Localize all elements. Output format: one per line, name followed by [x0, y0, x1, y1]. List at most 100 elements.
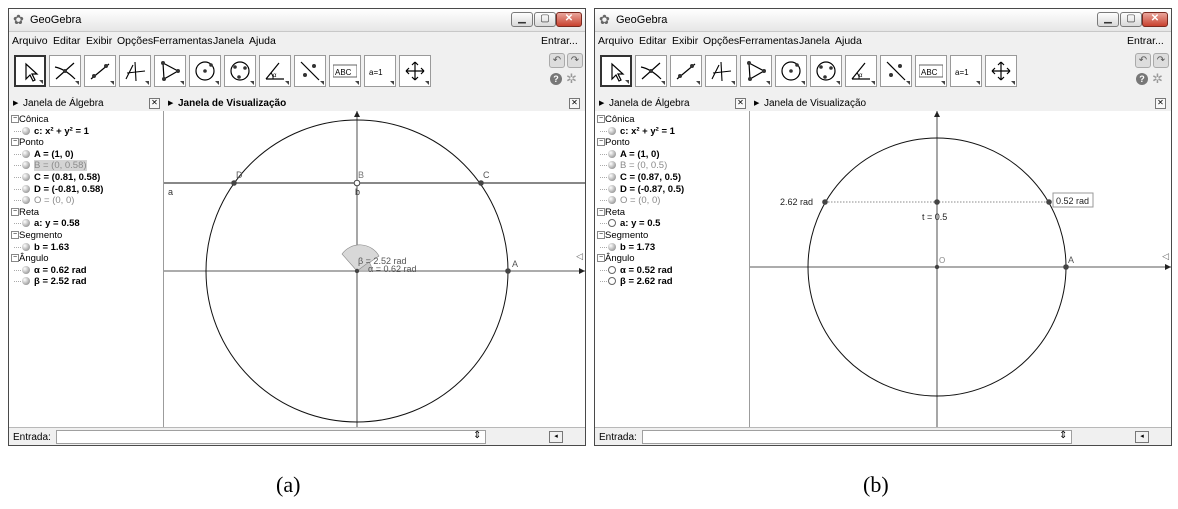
intersect-tool-button[interactable] — [49, 55, 81, 87]
construction-canvas[interactable]: D B C A a b β = 2.52 rad α = 0.62 rad — [164, 111, 585, 427]
slider-tool-button[interactable]: a=1 — [950, 55, 982, 87]
visibility-toggle-icon[interactable] — [22, 219, 30, 228]
point-d[interactable] — [822, 199, 828, 205]
visibility-toggle-icon[interactable] — [608, 196, 616, 205]
menu-janela[interactable]: Janela — [213, 35, 244, 47]
construction-canvas[interactable]: 2.62 rad 0.52 rad t = 0.5 O A — [750, 111, 1171, 427]
line-tool-button[interactable] — [670, 55, 702, 87]
algebra-view[interactable]: − Cônica c: x² + y² = 1− Ponto A = (1, 0) B =… — [9, 111, 164, 427]
collapse-icon[interactable]: − — [11, 254, 19, 263]
panel-expand-icon[interactable]: ▶ — [13, 97, 18, 111]
minimize-button[interactable]: ▁ — [1097, 12, 1119, 27]
visibility-toggle-icon[interactable] — [608, 184, 616, 193]
circle-three-points-tool-button[interactable] — [224, 55, 256, 87]
move-tool-button[interactable] — [14, 55, 46, 87]
visibility-toggle-icon[interactable] — [608, 173, 616, 181]
input-field[interactable] — [642, 430, 1072, 444]
line-tool-button[interactable] — [84, 55, 116, 87]
visibility-toggle-icon[interactable] — [22, 277, 30, 286]
redo-button[interactable]: ↷ — [1153, 53, 1169, 68]
close-button[interactable]: ✕ — [556, 12, 582, 27]
graphics-view[interactable]: D B C A a b β = 2.52 rad α = 0.62 rad ◁ — [164, 111, 585, 427]
login-link[interactable]: Entrar... — [1127, 35, 1164, 47]
circle-three-points-tool-button[interactable] — [810, 55, 842, 87]
point-b[interactable] — [353, 179, 361, 187]
close-button[interactable]: ✕ — [1142, 12, 1168, 27]
settings-gear-icon[interactable]: ✲ — [1152, 72, 1163, 85]
minimize-button[interactable]: ▁ — [511, 12, 533, 27]
visibility-toggle-icon[interactable] — [608, 126, 616, 135]
visibility-toggle-icon[interactable] — [22, 265, 30, 274]
redo-button[interactable]: ↷ — [567, 53, 583, 68]
menu-exibir[interactable]: Exibir — [86, 35, 112, 47]
menu-ajuda[interactable]: Ajuda — [835, 35, 862, 47]
point-o[interactable] — [354, 268, 360, 274]
menu-ajuda[interactable]: Ajuda — [249, 35, 276, 47]
menu-ferramentas[interactable]: Ferramentas — [153, 35, 213, 47]
panel-expand-icon[interactable]: ▶ — [754, 97, 759, 111]
visibility-toggle-icon[interactable] — [22, 173, 30, 181]
perpendicular-tool-button[interactable] — [119, 55, 151, 87]
point-d[interactable] — [231, 180, 237, 186]
visibility-toggle-icon[interactable] — [608, 277, 616, 286]
sidebar-toggle-icon[interactable]: ◁ — [1162, 251, 1169, 262]
polygon-tool-button[interactable] — [740, 55, 772, 87]
input-field[interactable] — [56, 430, 486, 444]
angle-tool-button[interactable]: α — [845, 55, 877, 87]
polygon-tool-button[interactable] — [154, 55, 186, 87]
settings-gear-icon[interactable]: ✲ — [566, 72, 577, 85]
collapse-icon[interactable]: − — [597, 254, 605, 263]
menu-editar[interactable]: Editar — [639, 35, 666, 47]
menu-opcoes[interactable]: Opções — [117, 35, 153, 47]
visibility-toggle-icon[interactable] — [22, 242, 30, 251]
help-icon[interactable]: ? — [550, 73, 562, 85]
login-link[interactable]: Entrar... — [541, 35, 578, 47]
visibility-toggle-icon[interactable] — [22, 126, 30, 135]
visibility-toggle-icon[interactable] — [608, 161, 616, 170]
circle-tool-button[interactable] — [775, 55, 807, 87]
move-view-tool-button[interactable] — [985, 55, 1017, 87]
menu-ferramentas[interactable]: Ferramentas — [739, 35, 799, 47]
collapse-icon[interactable]: − — [597, 115, 605, 123]
menu-editar[interactable]: Editar — [53, 35, 80, 47]
close-algebra-icon[interactable]: ✕ — [149, 98, 160, 109]
menu-arquivo[interactable]: Arquivo — [12, 35, 48, 47]
collapse-icon[interactable]: − — [597, 138, 605, 147]
collapse-icon[interactable]: − — [11, 207, 19, 216]
algebra-view[interactable]: − Cônica c: x² + y² = 1− Ponto A = (1, 0) B =… — [595, 111, 750, 427]
symbol-spinner-icon[interactable]: ⇕ — [473, 430, 481, 441]
collapse-icon[interactable]: − — [597, 231, 605, 239]
text-tool-button[interactable]: ABC — [329, 55, 361, 87]
collapse-icon[interactable]: − — [597, 207, 605, 216]
menu-arquivo[interactable]: Arquivo — [598, 35, 634, 47]
close-graphics-icon[interactable]: ✕ — [1155, 98, 1166, 109]
point-a[interactable] — [1063, 264, 1069, 270]
visibility-toggle-icon[interactable] — [22, 184, 30, 193]
maximize-button[interactable]: ▢ — [534, 12, 556, 27]
visibility-toggle-icon[interactable] — [608, 219, 616, 228]
visibility-toggle-icon[interactable] — [22, 196, 30, 205]
panel-expand-icon[interactable]: ▶ — [168, 97, 173, 111]
input-help-icon[interactable]: ◂ — [1135, 431, 1149, 443]
panel-expand-icon[interactable]: ▶ — [599, 97, 604, 111]
sidebar-toggle-icon[interactable]: ◁ — [576, 251, 583, 262]
point-o[interactable] — [934, 264, 940, 270]
close-graphics-icon[interactable]: ✕ — [569, 98, 580, 109]
close-algebra-icon[interactable]: ✕ — [735, 98, 746, 109]
collapse-icon[interactable]: − — [11, 138, 19, 147]
collapse-icon[interactable]: − — [11, 231, 19, 239]
visibility-toggle-icon[interactable] — [22, 149, 30, 158]
text-tool-button[interactable]: ABC — [915, 55, 947, 87]
angle-tool-button[interactable]: α — [259, 55, 291, 87]
collapse-icon[interactable]: − — [11, 115, 19, 123]
help-icon[interactable]: ? — [1136, 73, 1148, 85]
menu-janela[interactable]: Janela — [799, 35, 830, 47]
circle-tool-button[interactable] — [189, 55, 221, 87]
point-b[interactable] — [934, 199, 940, 205]
perpendicular-tool-button[interactable] — [705, 55, 737, 87]
input-help-icon[interactable]: ◂ — [549, 431, 563, 443]
reflect-tool-button[interactable] — [880, 55, 912, 87]
intersect-tool-button[interactable] — [635, 55, 667, 87]
visibility-toggle-icon[interactable] — [608, 149, 616, 158]
point-c[interactable] — [478, 180, 484, 186]
